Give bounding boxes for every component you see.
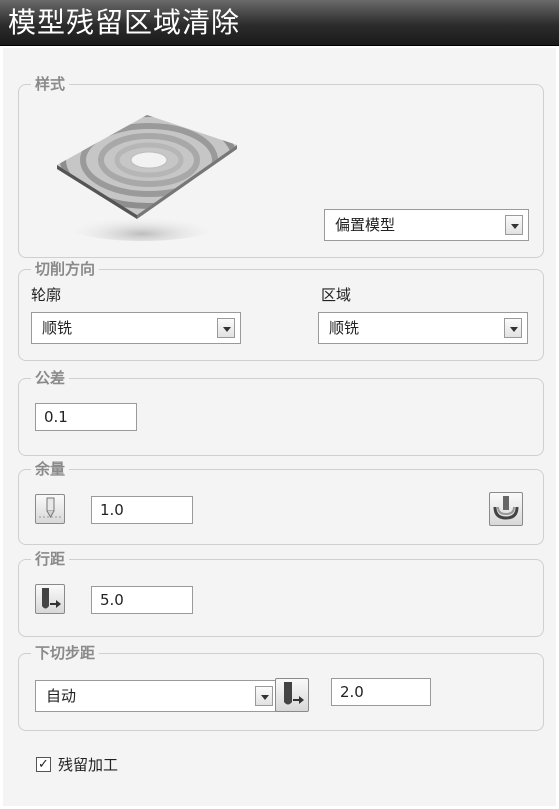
profile-label: 轮廓 [31,286,62,304]
chevron-down-icon[interactable] [504,318,522,338]
pattern-select-value: 偏置模型 [335,216,396,234]
stepdown-mode-value: 自动 [46,687,77,705]
allowance-group: 余量 1.0 [18,459,544,545]
component-allowance-icon[interactable] [35,494,65,524]
area-direction-value: 顺铣 [329,319,360,337]
rest-machining-checkbox[interactable]: ✓ [36,757,51,772]
stepover-legend: 行距 [31,549,70,569]
tool-stepover-icon[interactable] [35,584,65,614]
title-bar: 模型残留区域清除 [0,0,559,46]
chevron-down-icon[interactable] [255,686,273,706]
tolerance-input[interactable]: 0.1 [35,403,137,431]
stepdown-group: 下切步距 自动 2.0 [18,643,544,731]
stepdown-mode-select[interactable]: 自动 [35,680,279,712]
tolerance-group: 公差 0.1 [18,368,544,456]
stepover-group: 行距 5.0 [18,549,544,637]
pattern-select[interactable]: 偏置模型 [324,209,529,241]
window-title: 模型残留区域清除 [8,6,241,39]
allowance-input[interactable]: 1.0 [91,496,193,524]
stepdown-input[interactable]: 2.0 [331,678,431,706]
chevron-down-icon[interactable] [217,318,235,338]
stepover-input[interactable]: 5.0 [91,586,193,614]
stepdown-legend: 下切步距 [31,643,100,663]
area-direction-select[interactable]: 顺铣 [318,312,528,344]
offset-pattern-preview-icon [57,115,237,241]
chevron-down-icon[interactable] [505,215,523,235]
area-label: 区域 [321,286,352,304]
profile-direction-value: 顺铣 [42,319,73,337]
style-legend: 样式 [31,74,70,94]
tolerance-legend: 公差 [31,368,70,388]
surface-allowance-icon[interactable] [489,492,523,526]
tool-stepdown-icon[interactable] [275,678,309,712]
cut-direction-legend: 切削方向 [31,259,100,279]
cut-direction-group: 切削方向 轮廓 顺铣 区域 顺铣 [18,259,544,361]
allowance-legend: 余量 [31,459,70,479]
rest-machining-label: 残留加工 [58,756,119,774]
profile-direction-select[interactable]: 顺铣 [31,312,241,344]
style-group: 样式 偏置模型 [18,74,544,258]
